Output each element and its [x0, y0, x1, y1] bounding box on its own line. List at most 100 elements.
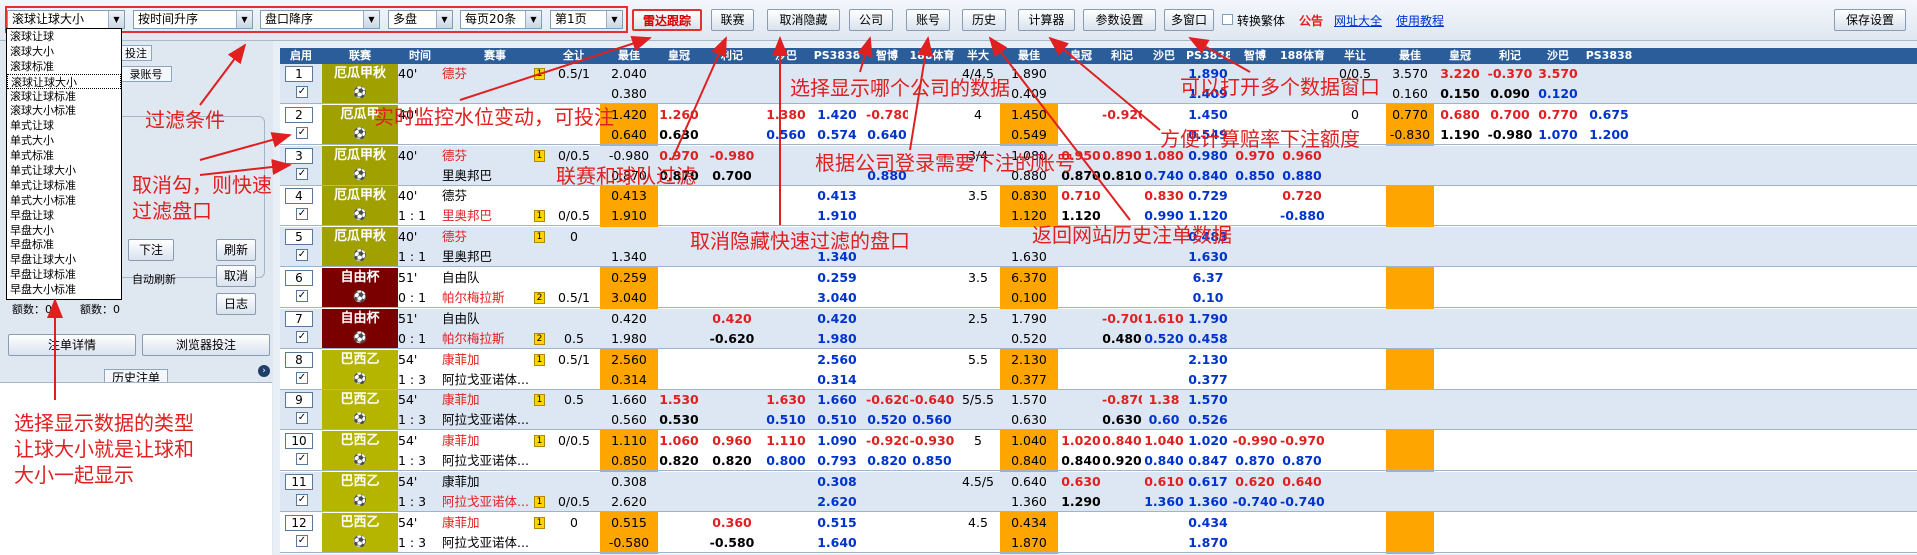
dropdown-option[interactable]: 滚球大小: [7, 44, 121, 59]
column-header[interactable]: PS3838: [808, 48, 866, 64]
odds-cell[interactable]: [1060, 390, 1102, 410]
odds-cell[interactable]: [658, 370, 700, 390]
row-number[interactable]: 9: [285, 392, 313, 409]
odds-cell[interactable]: [1434, 513, 1486, 533]
notice-link[interactable]: 公告: [1299, 12, 1323, 29]
site-link[interactable]: 网址大全: [1334, 12, 1382, 29]
row-number[interactable]: 10: [285, 433, 313, 450]
row-number[interactable]: 6: [285, 270, 313, 286]
odds-cell[interactable]: [956, 410, 1000, 430]
odds-cell[interactable]: [1280, 410, 1324, 430]
odds-cell[interactable]: [1434, 492, 1486, 512]
sort-time-select[interactable]: 按时间升序 ▼: [133, 10, 253, 29]
odds-cell[interactable]: [658, 206, 700, 226]
odds-cell[interactable]: 0.630: [1000, 410, 1058, 430]
odds-cell[interactable]: [1060, 533, 1102, 553]
odds-cell[interactable]: 0.259: [808, 268, 866, 288]
bet-detail-button[interactable]: 注单详情: [8, 334, 136, 356]
odds-cell[interactable]: [658, 309, 700, 329]
odds-cell[interactable]: [1102, 288, 1142, 308]
odds-cell[interactable]: 0.610: [1142, 472, 1186, 492]
odds-cell[interactable]: [658, 64, 700, 84]
league-cell[interactable]: 巴西乙 ⚽: [322, 390, 398, 430]
odds-cell[interactable]: 1.910: [808, 206, 866, 226]
odds-cell[interactable]: [956, 206, 1000, 226]
odds-cell[interactable]: 0.700: [700, 166, 764, 186]
odds-cell[interactable]: [1386, 533, 1434, 553]
odds-cell[interactable]: [1280, 105, 1324, 125]
odds-cell[interactable]: [1434, 309, 1486, 329]
dropdown-option[interactable]: 早盘标准: [7, 237, 121, 252]
odds-cell[interactable]: [1324, 513, 1386, 533]
odds-cell[interactable]: [1534, 329, 1582, 349]
odds-cell[interactable]: 0.515: [600, 513, 658, 533]
odds-cell[interactable]: [764, 206, 808, 226]
odds-cell[interactable]: 1.910: [600, 206, 658, 226]
odds-cell[interactable]: 0.515: [808, 513, 866, 533]
odds-cell[interactable]: [1102, 125, 1142, 145]
odds-cell[interactable]: [1434, 472, 1486, 492]
league-cell[interactable]: 厄瓜甲秋 ⚽: [322, 64, 398, 103]
enable-checkbox[interactable]: ✓: [296, 494, 308, 506]
odds-cell[interactable]: [1142, 350, 1186, 370]
odds-cell[interactable]: 2.130: [1000, 350, 1058, 370]
odds-cell[interactable]: [1324, 186, 1386, 206]
per-page-select[interactable]: 每页20条 ▼: [460, 10, 542, 29]
odds-cell[interactable]: [1534, 390, 1582, 410]
odds-cell[interactable]: [1582, 227, 1636, 247]
odds-cell[interactable]: [1486, 329, 1534, 349]
odds-cell[interactable]: 1.660: [600, 390, 658, 410]
odds-cell[interactable]: [764, 472, 808, 492]
odds-cell[interactable]: 1.040: [1142, 431, 1186, 451]
odds-cell[interactable]: [1102, 64, 1142, 84]
odds-cell[interactable]: [1386, 492, 1434, 512]
row-number[interactable]: 5: [285, 229, 313, 246]
odds-cell[interactable]: [1386, 146, 1434, 166]
odds-cell[interactable]: [1102, 247, 1142, 267]
odds-cell[interactable]: 1.340: [600, 247, 658, 267]
odds-cell[interactable]: 0.770: [1386, 105, 1434, 125]
odds-cell[interactable]: [1386, 227, 1434, 247]
odds-cell[interactable]: 4.5: [956, 513, 1000, 533]
odds-cell[interactable]: [1434, 146, 1486, 166]
odds-cell[interactable]: [700, 105, 764, 125]
odds-cell[interactable]: -0.990: [1230, 431, 1280, 451]
odds-cell[interactable]: [1534, 309, 1582, 329]
odds-cell[interactable]: [956, 533, 1000, 553]
odds-cell[interactable]: [764, 268, 808, 288]
column-header[interactable]: 188体育: [908, 48, 956, 64]
odds-cell[interactable]: [1582, 350, 1636, 370]
odds-cell[interactable]: [1386, 329, 1434, 349]
odds-cell[interactable]: 1.530: [658, 390, 700, 410]
odds-cell[interactable]: [1060, 410, 1102, 430]
dropdown-option[interactable]: 滚球标准: [7, 59, 121, 74]
odds-cell[interactable]: 3.040: [600, 288, 658, 308]
row-number[interactable]: 12: [285, 514, 313, 531]
column-header[interactable]: 最佳: [1000, 48, 1058, 64]
tab-account[interactable]: 录账号: [120, 66, 172, 82]
odds-cell[interactable]: 3.570: [1386, 64, 1434, 84]
dropdown-option[interactable]: 滚球让球大小: [7, 73, 121, 89]
odds-cell[interactable]: 0.420: [600, 309, 658, 329]
odds-cell[interactable]: 1.110: [600, 431, 658, 451]
odds-cell[interactable]: [700, 125, 764, 145]
odds-cell[interactable]: [1582, 390, 1636, 410]
odds-cell[interactable]: [1534, 146, 1582, 166]
odds-cell[interactable]: [1582, 431, 1636, 451]
log-button[interactable]: 日志: [216, 293, 256, 315]
odds-cell[interactable]: [1486, 350, 1534, 370]
dropdown-option[interactable]: 早盘大小: [7, 223, 121, 238]
odds-cell[interactable]: 0.850: [1230, 166, 1280, 186]
save-settings-button[interactable]: 保存设置: [1834, 9, 1906, 31]
dropdown-option[interactable]: 早盘让球大小: [7, 252, 121, 267]
odds-cell[interactable]: -0.620: [866, 390, 908, 410]
odds-cell[interactable]: 0.413: [600, 186, 658, 206]
odds-cell[interactable]: [1386, 472, 1434, 492]
odds-cell[interactable]: [1102, 268, 1142, 288]
odds-cell[interactable]: 0.120: [1534, 84, 1582, 104]
odds-cell[interactable]: [1534, 451, 1582, 471]
table-row[interactable]: 8 ✓ 巴西乙 ⚽ 54' 1 : 3 康菲加 阿拉戈亚诺体... 1 0.5/1 2.560 0.3…: [280, 349, 1917, 390]
odds-cell[interactable]: 0.458: [1186, 329, 1230, 349]
odds-cell[interactable]: 0.574: [808, 125, 866, 145]
odds-cell[interactable]: [1280, 268, 1324, 288]
